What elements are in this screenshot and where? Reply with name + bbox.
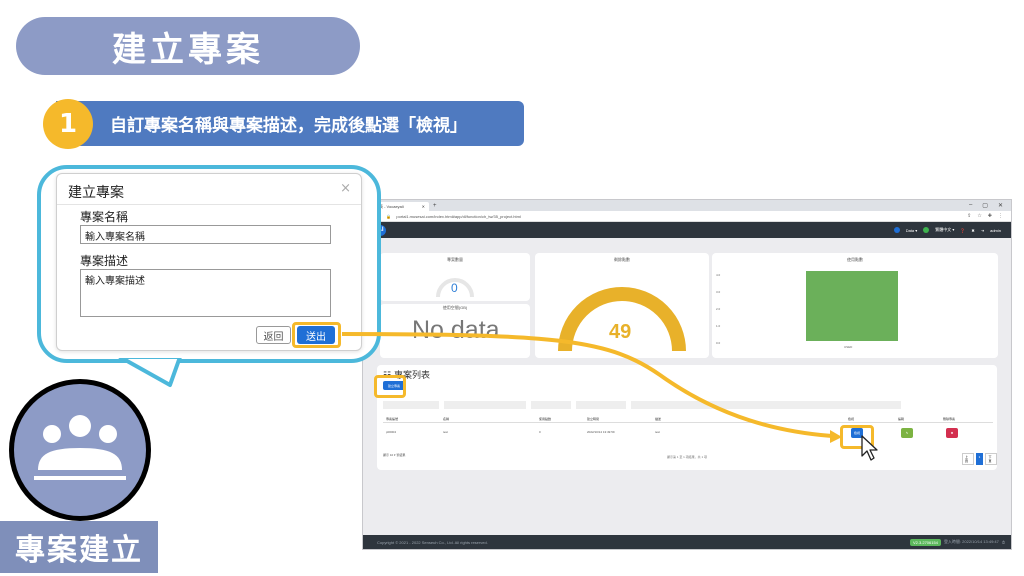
chart-y-axis: 4.0 3.0 2.0 1.0 0.0 [716,267,720,352]
submit-button-highlight [292,322,341,348]
slide-title: 建立專案 [16,17,360,75]
y-tick: 0.0 [716,341,721,345]
page-size-select[interactable]: 顯示 10 ▾ 筆結果 [383,453,405,457]
new-tab-icon[interactable]: + [433,203,437,209]
team-icon [34,415,126,480]
gauge-card: 剩餘點數 49 [535,253,709,358]
row-cell: 2022/10/14 13:49:59 [587,430,615,434]
header-cell: 刪除專案 [943,417,956,421]
browser-window: 專案列表 - Vocaeyali ✕ + – ▢ ✕ ← ↻ 🔒 portal1… [362,199,1012,550]
close-icon[interactable]: × [340,181,351,196]
help-icon[interactable]: ❓ [960,228,965,233]
lock-icon: 🔒 [386,213,392,219]
pagination-info: 顯示第 1 至 1 項結果，共 1 項 [667,455,708,459]
row-cell: p00004 [386,430,397,434]
gauge-value: 49 [609,321,632,343]
logout-icon[interactable]: ⇥ [981,228,984,233]
y-tick: 2.0 [716,307,721,311]
menu-dots-icon[interactable]: ⋮ [998,213,1003,219]
login-time: 登入時間: 2022/10/14 13:49:47 [943,539,999,544]
pagination: 上頁 1 下頁 [962,453,997,465]
view-button-highlight [840,425,874,449]
url-text[interactable]: portal1.musesai.com/index.html#app/dl/fu… [396,214,521,219]
table-header: 專案編號 名稱 使用點數 建立時間 描述 檢視 編輯 刪除專案 [383,415,993,423]
filter-input[interactable] [383,401,439,409]
filter-input[interactable] [531,401,571,409]
language-icon [923,227,930,233]
y-tick: 4.0 [716,273,721,277]
create-button-highlight [374,375,406,398]
project-name-label: 專案名稱 [80,210,129,224]
filter-input[interactable] [444,401,526,409]
data-menu[interactable]: Data ▾ [906,228,918,233]
row-cell: test [655,430,660,434]
header-cell: 編輯 [898,417,905,421]
filter-row [383,401,901,409]
dialog-title: 建立專案 [68,185,124,201]
extensions-icon[interactable]: ✚ [988,213,992,219]
next-page-button[interactable]: 下頁 [985,453,997,465]
delete-icon[interactable]: ✖ [946,428,958,438]
minimize-icon[interactable]: – [969,202,972,209]
project-desc-label: 專案描述 [80,254,129,268]
step-number-badge: 1 [43,99,93,149]
filter-input[interactable] [576,401,626,409]
row-cell: 0 [539,430,541,434]
app-footer: Copyright © 2021 - 2022 Senseuh Co., Ltd… [363,535,1011,549]
no-data-text: No data [412,316,500,344]
project-count-value: 0 [451,281,458,295]
app-header: AI Data ▾ 繁體中文 ▾ ❓ ✖ ⇥ admin [363,222,1011,238]
project-desc-textarea[interactable]: 輸入專案描述 [80,269,331,317]
dialog-divider [57,204,361,205]
header-cell: 使用點數 [539,417,552,421]
header-cell: 描述 [655,417,662,421]
points-chart-title: 使用點數 [847,257,863,262]
star-icon[interactable]: ☆ [977,213,981,219]
row-cell: test [443,430,448,434]
user-name[interactable]: admin [990,228,1001,233]
page-1-button[interactable]: 1 [975,453,984,465]
usage-title: 使用空間(GB) [442,305,468,310]
share-icon[interactable]: ⇪ [967,213,971,219]
settings-icon[interactable]: ✖ [971,228,974,233]
y-tick: 3.0 [716,290,721,294]
header-cell: 建立時間 [587,417,600,421]
header-cell: 名稱 [443,417,450,421]
points-chart-card: 使用點數 4.0 3.0 2.0 1.0 0.0 USED [712,253,998,358]
back-button[interactable]: 返回 [256,326,291,344]
y-tick: 1.0 [716,324,721,328]
project-name-input[interactable]: 輸入專案名稱 [80,225,331,244]
gauge-chart [558,287,686,352]
team-icon-bg [14,384,146,516]
usage-card: 使用空間(GB) No data [380,304,530,358]
points-bar [806,271,898,341]
data-menu-icon [893,227,900,233]
window-close-icon[interactable]: ✕ [998,202,1003,209]
address-bar: ← ↻ 🔒 portal1.musesai.com/index.html#app… [363,211,1011,222]
maximize-icon[interactable]: ▢ [982,202,988,209]
browser-tabbar: 專案列表 - Vocaeyali ✕ + – ▢ ✕ [363,200,1011,211]
header-cell: 檢視 [848,417,855,421]
filter-input[interactable] [631,401,901,409]
icon-caption: 專案建立 [0,521,158,573]
bar-label: USED [844,345,853,349]
header-cell: 專案編號 [386,417,399,421]
version-badge: V2.3.2706154 [910,538,941,546]
tab-close-icon[interactable]: ✕ [422,204,425,209]
edit-icon[interactable]: ✎ [901,428,913,438]
project-list-section: ☷ 專案列表 建立專案 專案編號 名稱 使用點數 建立時間 描述 檢視 編輯 刪… [377,365,997,470]
prev-page-button[interactable]: 上頁 [962,453,974,465]
team-icon-badge [9,379,151,521]
language-menu[interactable]: 繁體中文 ▾ [935,227,954,233]
project-count-card: 專案數量 0 [380,253,530,301]
table-row: p00004 test 0 2022/10/14 13:49:59 test 檢… [383,428,993,438]
footer-copyright: Copyright © 2021 - 2022 Senseuh Co., Ltd… [377,539,488,545]
step-instruction: 自訂專案名稱與專案描述，完成後點選「檢視」 [56,101,524,146]
clock-icon: ⏱ [1001,539,1005,545]
